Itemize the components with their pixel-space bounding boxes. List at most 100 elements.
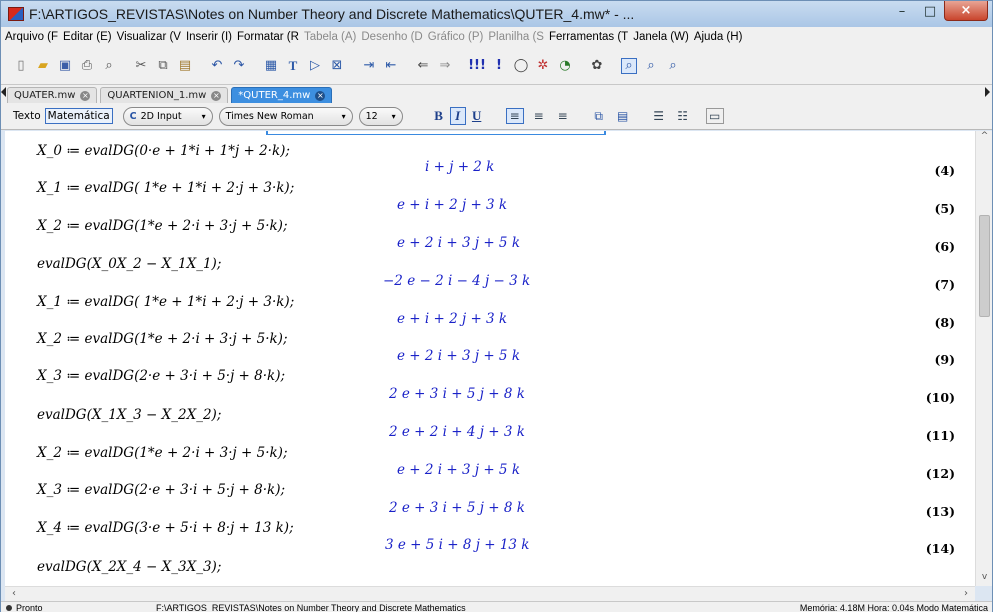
zoom-in-icon[interactable]: ⌕ [643,58,659,74]
input-line[interactable]: X_2 ≔ evalDG(1*e + 2·i + 3·j + 5·k); [37,331,288,347]
outdent-icon[interactable]: ⇤ [383,58,399,74]
menu-planilha[interactable]: Planilha (S [488,31,544,43]
align-right-icon[interactable]: ≡ [554,108,572,124]
menu-janela[interactable]: Janela (W) [633,31,689,43]
menu-ajuda[interactable]: Ajuda (H) [694,31,743,43]
scroll-down-icon[interactable]: v [976,572,993,586]
align-left-icon[interactable]: ≡ [505,108,524,124]
show-hide-icon[interactable]: ▭ [705,108,724,124]
paste-format-icon[interactable]: ▤ [614,108,632,124]
restart-icon[interactable]: ◯ [513,58,529,74]
maple-window: F:\ARTIGOS_REVISTAS\Notes on Number Theo… [0,0,993,612]
indent-icon[interactable]: ⇥ [361,58,377,74]
save-icon[interactable]: ▣ [57,58,73,74]
insert-text-icon[interactable]: T [285,58,301,74]
zoom-out-icon[interactable]: ⌕ [665,58,681,74]
input-line[interactable]: evalDG(X_2X_4 − X_3X_3); [37,559,221,575]
menu-desenho[interactable]: Desenho (D [361,31,422,43]
open-folder-icon[interactable]: ▰ [35,58,51,74]
input-line[interactable]: X_3 ≔ evalDG(2·e + 3·i + 5·j + 8·k); [37,482,285,498]
output-line: −2 e − 2 i − 4 j − 3 k [383,273,531,289]
input-line[interactable]: evalDG(X_0X_2 − X_1X_1); [37,256,221,272]
vertical-scrollbar[interactable]: ^ v [975,131,992,586]
delete-output-icon[interactable]: ⊠ [329,58,345,74]
input-line[interactable]: X_0 ≔ evalDG(0·e + 1*i + 1*j + 2·k); [37,143,290,159]
horizontal-scrollbar[interactable]: ‹ › [5,586,975,601]
worksheet[interactable]: X_0 ≔ evalDG(0·e + 1*i + 1*j + 2·k); i +… [5,131,975,586]
minimize-button[interactable]: – [888,1,916,21]
input-line[interactable]: X_4 ≔ evalDG(3·e + 5·i + 8·j + 13 k); [37,520,294,536]
maximize-button[interactable]: □ [916,1,944,21]
close-tab-icon[interactable]: × [80,90,91,101]
menu-arquivo[interactable]: Arquivo (F [5,31,58,43]
right-palette-toggle-icon[interactable] [985,87,990,97]
menu-visualizar[interactable]: Visualizar (V [117,31,181,43]
copy-format-icon[interactable]: ⧉ [590,108,608,124]
align-center-icon[interactable]: ≡ [530,108,548,124]
text-mode-button[interactable]: Texto [13,110,41,122]
input-line[interactable]: X_3 ≔ evalDG(2·e + 3·i + 5·j + 8·k); [37,368,285,384]
close-button[interactable]: × [944,1,988,21]
bullet-list-icon[interactable]: ☰ [650,108,668,124]
bold-button[interactable]: B [431,107,447,125]
tab-quartenion-1[interactable]: QUARTENION_1.mw × [100,87,229,103]
menu-editar[interactable]: Editar (E) [63,31,112,43]
title-bar: F:\ARTIGOS_REVISTAS\Notes on Number Theo… [1,1,992,27]
equation-label: (12) [925,466,955,481]
scroll-thumb[interactable] [979,215,990,317]
menu-formatar[interactable]: Formatar (R [237,31,299,43]
numbered-list-icon[interactable]: ☷ [674,108,692,124]
settings-icon[interactable]: ✿ [589,58,605,74]
print-preview-icon[interactable]: ⌕ [101,58,117,74]
scroll-left-icon[interactable]: ‹ [7,587,21,601]
scroll-right-icon[interactable]: › [959,587,973,601]
execute-all-icon[interactable]: !!! [468,58,486,74]
close-tab-icon[interactable]: × [211,90,222,101]
insert-math-icon[interactable]: ▦ [263,58,279,74]
window-controls: – □ × [888,1,988,21]
interrupt-icon[interactable]: ◔ [557,58,573,74]
tab-quter-4[interactable]: *QUTER_4.mw × [231,87,333,103]
print-icon[interactable]: ⎙ [79,58,95,74]
maple-leaf-icon [8,7,24,21]
paste-icon[interactable]: ▤ [177,58,193,74]
new-document-icon[interactable]: ▯ [13,58,29,74]
menu-grafico[interactable]: Gráfico (P) [428,31,484,43]
equation-label: (7) [934,277,955,292]
output-line: e + 2 i + 3 j + 5 k [397,235,520,251]
menu-tabela[interactable]: Tabela (A) [304,31,356,43]
input-style-dropdown[interactable]: C 2D Input ▾ [122,106,213,126]
tab-quater[interactable]: QUATER.mw × [7,87,98,103]
equation-label: (9) [934,352,955,367]
forward-icon[interactable]: ⇒ [437,58,453,74]
input-line[interactable]: evalDG(X_1X_3 − X_2X_2); [37,407,221,423]
menu-inserir[interactable]: Inserir (I) [186,31,232,43]
font-size-dropdown[interactable]: 12 ▾ [358,106,403,126]
redo-icon[interactable]: ↷ [231,58,247,74]
font-family-dropdown[interactable]: Times New Roman ▾ [218,106,353,126]
zoom-100-icon[interactable]: ⌕ [621,57,637,74]
undo-icon[interactable]: ↶ [209,58,225,74]
close-tab-icon[interactable]: × [315,90,326,101]
output-line: i + j + 2 k [425,159,495,175]
copy-icon[interactable]: ⧉ [155,58,171,74]
menu-ferramentas[interactable]: Ferramentas (T [549,31,628,43]
back-icon[interactable]: ⇐ [415,58,431,74]
left-palette-toggle-icon[interactable] [1,87,6,97]
italic-button[interactable]: I [449,107,466,125]
input-line[interactable]: X_1 ≔ evalDG( 1*e + 1*i + 2·j + 3·k); [37,180,294,196]
execute-icon[interactable]: ! [491,58,507,74]
input-line[interactable]: X_2 ≔ evalDG(1*e + 2·i + 3·j + 5·k); [37,218,288,234]
execution-group-icon[interactable]: ▷ [307,58,323,74]
cut-icon[interactable]: ✂ [133,58,149,74]
chevron-down-icon: ▾ [341,111,346,121]
underline-button[interactable]: U [469,107,485,125]
input-line[interactable]: X_1 ≔ evalDG( 1*e + 1*i + 2·j + 3·k); [37,294,294,310]
output-line: e + 2 i + 3 j + 5 k [397,462,520,478]
input-line[interactable]: X_2 ≔ evalDG(1*e + 2·i + 3·j + 5·k); [37,445,288,461]
scroll-up-icon[interactable]: ^ [976,131,993,145]
debug-icon[interactable]: ✲ [535,58,551,74]
font-size-value: 12 [365,110,378,122]
math-mode-button[interactable]: Matemática [44,108,113,124]
status-dot-icon [6,604,12,611]
